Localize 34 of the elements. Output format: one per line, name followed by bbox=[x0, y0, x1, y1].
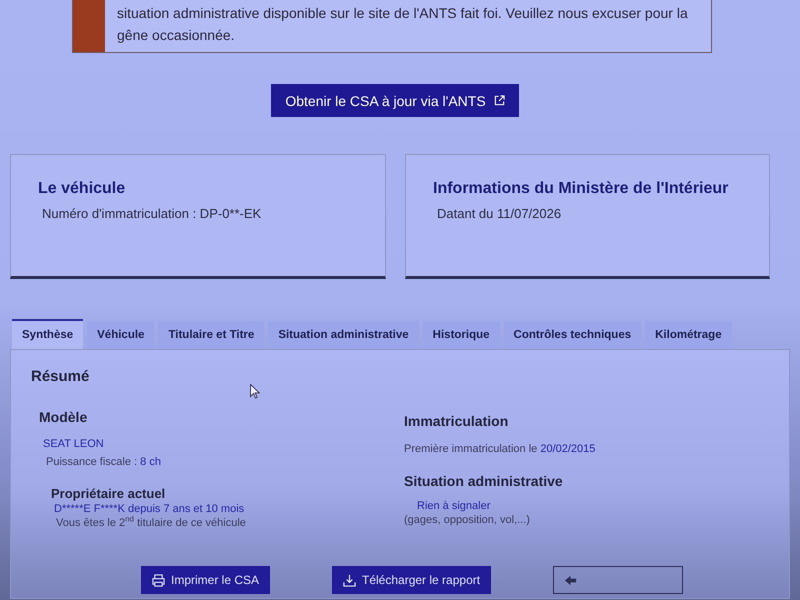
first-registration-text: Première immatriculation le 20/02/2015 bbox=[404, 442, 596, 456]
admin-status-heading: Situation administrative bbox=[404, 472, 564, 490]
admin-status-note: (gages, opposition, vol,...) bbox=[404, 513, 531, 527]
tab[interactable]: Situation administrative bbox=[268, 321, 419, 349]
tab[interactable]: Historique bbox=[422, 321, 500, 349]
owner-note: Vous êtes le 2$^{nd}$ titulaire de ce véhicule bbox=[56, 516, 247, 530]
fiscal-power-text: Puissance fiscale : 8 ch bbox=[46, 455, 162, 469]
tab[interactable]: Synthèse bbox=[12, 319, 84, 349]
card-text: Datant du 11/07/2026 bbox=[437, 206, 562, 221]
print-button[interactable]: Imprimer le CSA bbox=[141, 566, 270, 594]
card-title: Le véhicule bbox=[38, 179, 126, 199]
arrow-icon bbox=[564, 574, 578, 586]
printer-icon bbox=[152, 574, 165, 586]
card-text: Numéro d'immatriculation : DP-0**-EK bbox=[42, 206, 262, 221]
arrow-button[interactable] bbox=[553, 566, 684, 594]
alert-text: situation administrative disponible sur le site de l'ANTS fait foi. Veuillez nous excuser pour la gêne occasionnée. bbox=[116, 4, 689, 45]
model-heading: Modèle bbox=[39, 408, 88, 426]
section-title: Résumé bbox=[31, 367, 90, 387]
ants-link-button[interactable]: Obtenir le CSA à jour via l'ANTS bbox=[271, 84, 519, 117]
external-link-icon bbox=[494, 95, 505, 106]
owner-heading: Propriétaire actuel bbox=[51, 485, 166, 502]
owner-name: D*****E F****K depuis 7 ans et 10 mois bbox=[54, 502, 246, 516]
tab[interactable]: Contrôles techniques bbox=[504, 321, 642, 349]
tab[interactable]: Kilométrage bbox=[645, 321, 732, 349]
download-button[interactable]: Télécharger le rapport bbox=[332, 566, 492, 594]
download-icon bbox=[343, 574, 356, 586]
registration-heading: Immatriculation bbox=[404, 412, 510, 430]
admin-status-value: Rien à signaler bbox=[417, 499, 492, 513]
card-title: Informations du Ministère de l'Intérieur bbox=[433, 179, 730, 199]
alert-accent bbox=[73, 0, 105, 52]
cursor-icon bbox=[250, 384, 260, 399]
tab[interactable]: Titulaire et Titre bbox=[158, 321, 264, 349]
model-name: SEAT LEON bbox=[43, 437, 105, 451]
tab[interactable]: Véhicule bbox=[87, 321, 154, 349]
